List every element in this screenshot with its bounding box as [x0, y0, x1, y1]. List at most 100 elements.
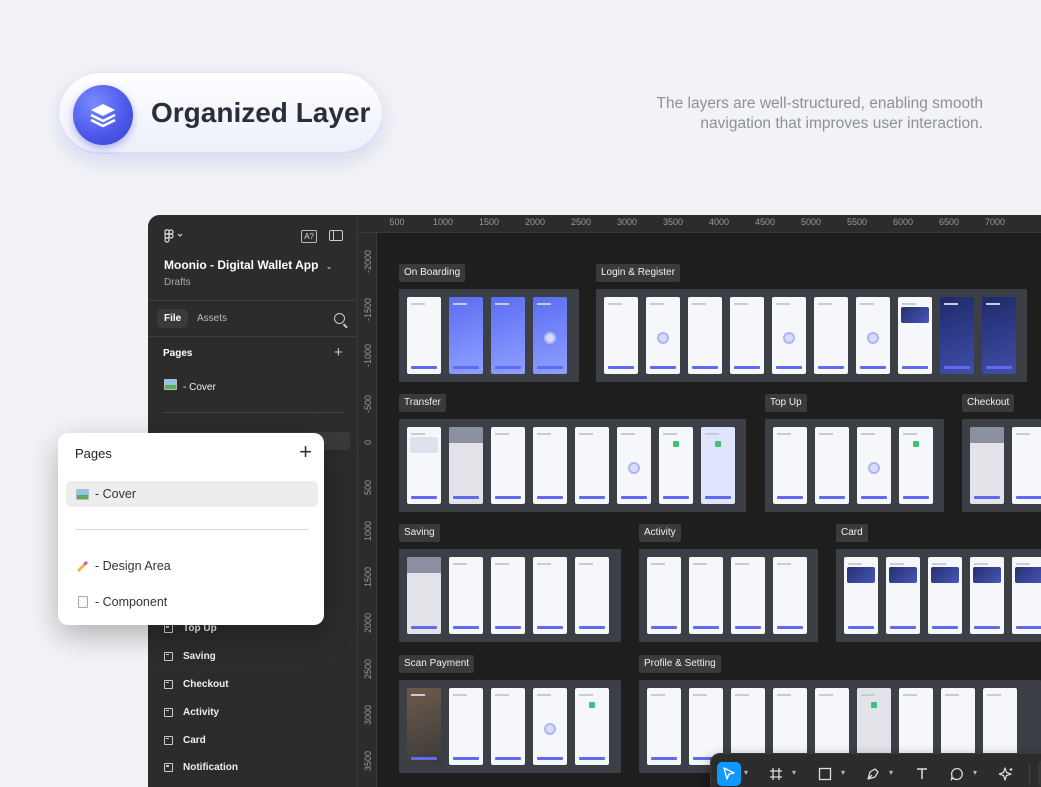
- screen-element: [901, 307, 929, 323]
- add-page-icon[interactable]: +: [334, 344, 343, 361]
- page-item-cover[interactable]: - Cover: [164, 379, 216, 393]
- layer-item[interactable]: Checkout: [164, 671, 354, 699]
- chevron-down-icon[interactable]: ▾: [792, 768, 796, 777]
- chevron-down-icon[interactable]: ▾: [973, 768, 977, 777]
- screen-thumbnail[interactable]: [575, 557, 609, 634]
- section-label-scan-payment[interactable]: Scan Payment: [399, 655, 475, 673]
- screen-thumbnail[interactable]: [970, 427, 1004, 504]
- screen-thumbnail[interactable]: [899, 427, 933, 504]
- ai-icon[interactable]: A?: [301, 230, 317, 243]
- app-menu-icon[interactable]: [164, 229, 184, 246]
- screen-thumbnail[interactable]: [886, 557, 920, 634]
- screen-thumbnail[interactable]: [1012, 427, 1041, 504]
- screen-thumbnail[interactable]: [407, 297, 441, 374]
- section-label-transfer[interactable]: Transfer: [399, 394, 446, 412]
- chevron-down-icon[interactable]: ▾: [841, 768, 845, 777]
- section-label-login-register[interactable]: Login & Register: [596, 264, 680, 282]
- screen-thumbnail[interactable]: [491, 427, 525, 504]
- screen-thumbnail[interactable]: [815, 427, 849, 504]
- screen-thumbnail[interactable]: [533, 557, 567, 634]
- screen-thumbnail[interactable]: [970, 557, 1004, 634]
- section-label-profile-setting[interactable]: Profile & Setting: [639, 655, 721, 673]
- page-item-cover[interactable]: - Cover: [76, 487, 136, 501]
- screen-thumbnail[interactable]: [533, 688, 567, 765]
- screen-thumbnail[interactable]: [449, 297, 483, 374]
- frame-scan-payment[interactable]: [399, 680, 621, 773]
- screen-thumbnail[interactable]: [617, 427, 651, 504]
- frame-on-boarding[interactable]: [399, 289, 579, 382]
- screen-thumbnail[interactable]: [1012, 557, 1041, 634]
- screen-thumbnail[interactable]: [604, 297, 638, 374]
- screen-thumbnail[interactable]: [940, 297, 974, 374]
- screen-thumbnail[interactable]: [533, 297, 567, 374]
- screen-thumbnail[interactable]: [491, 297, 525, 374]
- section-label-on-boarding[interactable]: On Boarding: [399, 264, 466, 282]
- screen-thumbnail[interactable]: [928, 557, 962, 634]
- screen-thumbnail[interactable]: [814, 297, 848, 374]
- frame-activity[interactable]: [639, 549, 818, 642]
- search-icon[interactable]: [334, 313, 345, 324]
- screen-thumbnail[interactable]: [898, 297, 932, 374]
- screen-thumbnail[interactable]: [407, 688, 441, 765]
- frame-card[interactable]: [836, 549, 1041, 642]
- frame-login-register[interactable]: [596, 289, 1027, 382]
- screen-thumbnail[interactable]: [646, 297, 680, 374]
- screen-thumbnail[interactable]: [773, 557, 807, 634]
- screen-thumbnail[interactable]: [688, 297, 722, 374]
- screen-thumbnail[interactable]: [689, 557, 723, 634]
- pages-panel-title: Pages: [75, 446, 112, 461]
- screen-thumbnail[interactable]: [856, 297, 890, 374]
- screen-thumbnail[interactable]: [647, 688, 681, 765]
- frame-tool-icon[interactable]: [764, 762, 788, 786]
- screen-thumbnail[interactable]: [449, 688, 483, 765]
- screen-thumbnail[interactable]: [449, 427, 483, 504]
- frame-checkout[interactable]: [962, 419, 1041, 512]
- page-item-design-area[interactable]: - Design Area: [76, 559, 171, 573]
- layer-item[interactable]: Saving: [164, 643, 354, 671]
- screen-thumbnail[interactable]: [982, 297, 1016, 374]
- screen-thumbnail[interactable]: [407, 557, 441, 634]
- frame-transfer[interactable]: [399, 419, 746, 512]
- screen-thumbnail[interactable]: [575, 427, 609, 504]
- section-label-top-up[interactable]: Top Up: [765, 394, 807, 412]
- layer-item[interactable]: Notification: [164, 754, 354, 782]
- comment-tool-icon[interactable]: [945, 762, 969, 786]
- text-tool-icon[interactable]: [910, 762, 934, 786]
- screen-thumbnail[interactable]: [647, 557, 681, 634]
- screen-thumbnail[interactable]: [701, 427, 735, 504]
- screen-thumbnail[interactable]: [773, 427, 807, 504]
- layer-item[interactable]: Activity: [164, 698, 354, 726]
- screen-thumbnail[interactable]: [575, 688, 609, 765]
- frame-saving[interactable]: [399, 549, 621, 642]
- section-label-checkout[interactable]: Checkout: [962, 394, 1015, 412]
- screen-thumbnail[interactable]: [659, 427, 693, 504]
- move-tool-icon[interactable]: [717, 762, 741, 786]
- chevron-down-icon[interactable]: ▾: [889, 768, 893, 777]
- screen-thumbnail[interactable]: [449, 557, 483, 634]
- ai-sparkle-icon[interactable]: [994, 762, 1018, 786]
- chevron-down-icon[interactable]: ▾: [744, 768, 748, 777]
- add-page-icon[interactable]: +: [299, 439, 312, 465]
- pen-tool-icon[interactable]: [861, 762, 885, 786]
- screen-thumbnail[interactable]: [491, 688, 525, 765]
- screen-thumbnail[interactable]: [533, 427, 567, 504]
- project-name[interactable]: Moonio - Digital Wallet App ⌄: [164, 258, 332, 272]
- screen-thumbnail[interactable]: [844, 557, 878, 634]
- section-label-card[interactable]: Card: [836, 524, 868, 542]
- screen-thumbnail[interactable]: [772, 297, 806, 374]
- design-canvas[interactable]: 500 1000 1500 2000 2500 3000 3500 4000 4…: [359, 215, 1041, 787]
- section-label-activity[interactable]: Activity: [639, 524, 681, 542]
- page-item-component[interactable]: - Component: [76, 595, 167, 609]
- toggle-panel-icon[interactable]: [329, 230, 343, 241]
- screen-thumbnail[interactable]: [491, 557, 525, 634]
- layer-item[interactable]: Card: [164, 726, 354, 754]
- tab-file[interactable]: File: [157, 309, 189, 328]
- screen-thumbnail[interactable]: [730, 297, 764, 374]
- section-label-saving[interactable]: Saving: [399, 524, 440, 542]
- screen-thumbnail[interactable]: [407, 427, 441, 504]
- tab-assets[interactable]: Assets: [197, 313, 227, 324]
- frame-top-up[interactable]: [765, 419, 944, 512]
- shape-tool-icon[interactable]: [813, 762, 837, 786]
- screen-thumbnail[interactable]: [857, 427, 891, 504]
- screen-thumbnail[interactable]: [731, 557, 765, 634]
